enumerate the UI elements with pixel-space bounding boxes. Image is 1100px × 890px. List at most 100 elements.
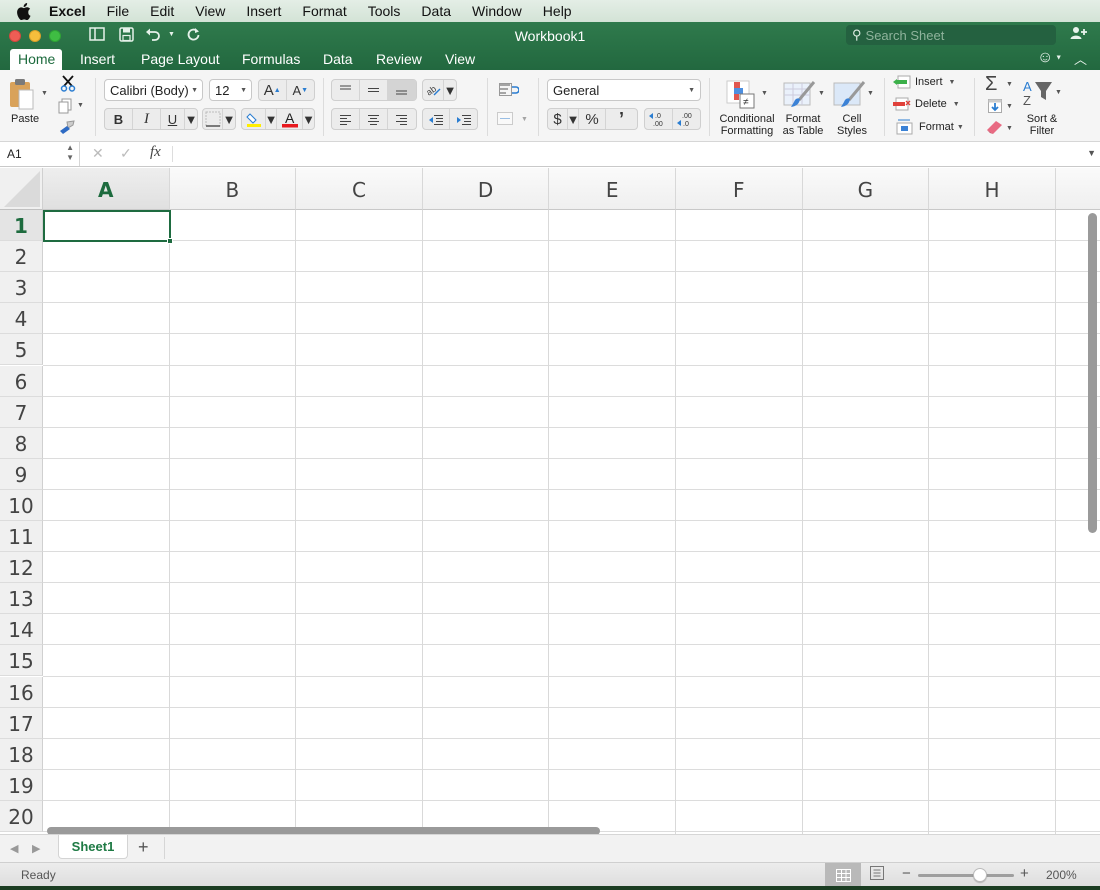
menu-file[interactable]: File [107, 3, 130, 19]
row-header-5[interactable]: 5 [0, 334, 43, 366]
select-all-button[interactable] [0, 168, 43, 210]
format-cells-button[interactable]: Format ▼ [896, 119, 964, 135]
zoom-in-icon[interactable]: + [1020, 865, 1029, 882]
menu-insert[interactable]: Insert [246, 3, 281, 19]
row-header-19[interactable]: 19 [0, 769, 43, 801]
row-header-7[interactable]: 7 [0, 396, 43, 428]
column-header-a[interactable]: A [43, 168, 170, 210]
column-header-g[interactable]: G [802, 168, 930, 210]
clear-eraser-icon[interactable] [986, 120, 1004, 137]
row-header-3[interactable]: 3 [0, 272, 43, 304]
apple-logo-icon[interactable] [16, 2, 34, 20]
merge-center-icon[interactable] [497, 112, 513, 128]
copy-dropdown-icon[interactable]: ▼ [77, 102, 84, 109]
bold-button[interactable]: B [105, 109, 133, 129]
increase-font-size-button[interactable]: A ▲ [259, 80, 287, 100]
align-right-button[interactable] [388, 109, 416, 129]
align-center-button[interactable] [360, 109, 388, 129]
zoom-percentage[interactable]: 200% [1046, 868, 1077, 882]
menu-tools[interactable]: Tools [368, 3, 401, 19]
cancel-formula-icon[interactable]: ✕ [92, 145, 104, 162]
row-header-18[interactable]: 18 [0, 738, 43, 770]
align-middle-button[interactable] [360, 80, 388, 100]
page-layout-view-icon[interactable] [870, 866, 884, 883]
row-header-11[interactable]: 11 [0, 521, 43, 552]
sheet-tab-sheet1[interactable]: Sheet1 [58, 835, 128, 859]
percent-button[interactable]: % [578, 109, 606, 129]
column-header-c[interactable]: C [296, 168, 423, 210]
format-as-table-icon[interactable] [783, 80, 817, 113]
fill-down-icon[interactable] [988, 99, 1002, 116]
collapse-ribbon-icon[interactable]: ︿ [1074, 49, 1087, 68]
align-bottom-button[interactable] [387, 80, 416, 100]
tab-data[interactable]: Data [323, 49, 353, 70]
menu-format[interactable]: Format [302, 3, 346, 19]
menu-help[interactable]: Help [543, 3, 572, 19]
font-color-button[interactable]: A [277, 109, 303, 129]
align-left-button[interactable] [332, 109, 361, 129]
fill-color-button[interactable] [242, 109, 266, 129]
row-header-13[interactable]: 13 [0, 583, 43, 615]
zoom-out-icon[interactable]: − [902, 865, 911, 882]
orientation-button[interactable]: ab ▼ [422, 79, 457, 101]
column-header-f[interactable]: F [676, 168, 803, 210]
insert-function-icon[interactable]: fx [150, 144, 161, 161]
row-header-10[interactable]: 10 [0, 489, 43, 521]
tab-home[interactable]: Home [10, 49, 62, 70]
italic-button[interactable]: I [133, 109, 161, 129]
name-box-stepper-icon[interactable]: ▲ ▼ [66, 143, 74, 163]
conditional-formatting-icon[interactable]: ≠ [726, 80, 758, 113]
menu-app-excel[interactable]: Excel [49, 3, 86, 19]
row-header-4[interactable]: 4 [0, 303, 43, 335]
comma-style-button[interactable]: ’ [606, 109, 637, 129]
search-sheet-input[interactable]: ⚲ Search Sheet [846, 25, 1056, 45]
increase-decimal-button[interactable]: .0.00 [645, 109, 673, 129]
row-header-6[interactable]: 6 [0, 365, 43, 397]
menu-edit[interactable]: Edit [150, 3, 174, 19]
decrease-indent-button[interactable] [423, 109, 451, 129]
next-sheet-arrow-icon[interactable]: ▶ [32, 842, 40, 855]
fill-handle[interactable] [167, 238, 173, 244]
wrap-text-icon[interactable] [499, 83, 520, 100]
paste-dropdown-icon[interactable]: ▼ [41, 90, 48, 97]
currency-button[interactable]: $ [548, 109, 568, 129]
format-as-table-dropdown[interactable]: ▼ [818, 90, 825, 97]
tab-insert[interactable]: Insert [80, 49, 115, 70]
conditional-formatting-dropdown[interactable]: ▼ [761, 90, 768, 97]
selected-cell-a1[interactable] [43, 210, 173, 244]
sort-filter-icon[interactable]: AZ [1022, 79, 1058, 112]
format-painter-icon[interactable] [59, 120, 76, 138]
share-add-person-icon[interactable] [1070, 26, 1088, 44]
menu-view[interactable]: View [195, 3, 225, 19]
name-box[interactable]: A1 ▲ ▼ [0, 142, 80, 166]
menu-window[interactable]: Window [472, 3, 522, 19]
row-header-2[interactable]: 2 [0, 241, 43, 273]
autosum-icon[interactable]: Σ [985, 73, 997, 96]
column-header-h[interactable]: H [929, 168, 1056, 210]
menu-data[interactable]: Data [421, 3, 451, 19]
fill-dropdown[interactable]: ▼ [1006, 103, 1013, 110]
borders-button[interactable]: ▼ [202, 108, 236, 130]
font-size-select[interactable]: 12 ▼ [209, 79, 252, 101]
decrease-font-size-button[interactable]: A ▼ [287, 80, 314, 100]
zoom-slider[interactable] [918, 874, 1014, 877]
cell-styles-dropdown[interactable]: ▼ [867, 90, 874, 97]
copy-icon[interactable] [58, 98, 72, 117]
zoom-slider-knob[interactable] [973, 868, 987, 882]
row-header-9[interactable]: 9 [0, 458, 43, 490]
prev-sheet-arrow-icon[interactable]: ◀ [10, 842, 18, 855]
fill-color-dropdown[interactable]: ▼ [265, 109, 277, 129]
clear-dropdown[interactable]: ▼ [1006, 125, 1013, 132]
sort-filter-dropdown[interactable]: ▼ [1055, 89, 1062, 96]
column-header-d[interactable]: D [422, 168, 550, 210]
currency-dropdown[interactable]: ▼ [567, 109, 580, 129]
feedback-smiley-icon[interactable]: ☺ ▼ [1037, 49, 1062, 67]
horizontal-scrollbar[interactable] [47, 827, 600, 834]
tab-view[interactable]: View [445, 49, 475, 70]
paste-button[interactable] [8, 78, 36, 113]
column-header-e[interactable]: E [549, 168, 676, 210]
row-header-17[interactable]: 17 [0, 707, 43, 739]
tab-review[interactable]: Review [376, 49, 422, 70]
font-name-select[interactable]: Calibri (Body) ▼ [104, 79, 203, 101]
row-header-8[interactable]: 8 [0, 427, 43, 459]
